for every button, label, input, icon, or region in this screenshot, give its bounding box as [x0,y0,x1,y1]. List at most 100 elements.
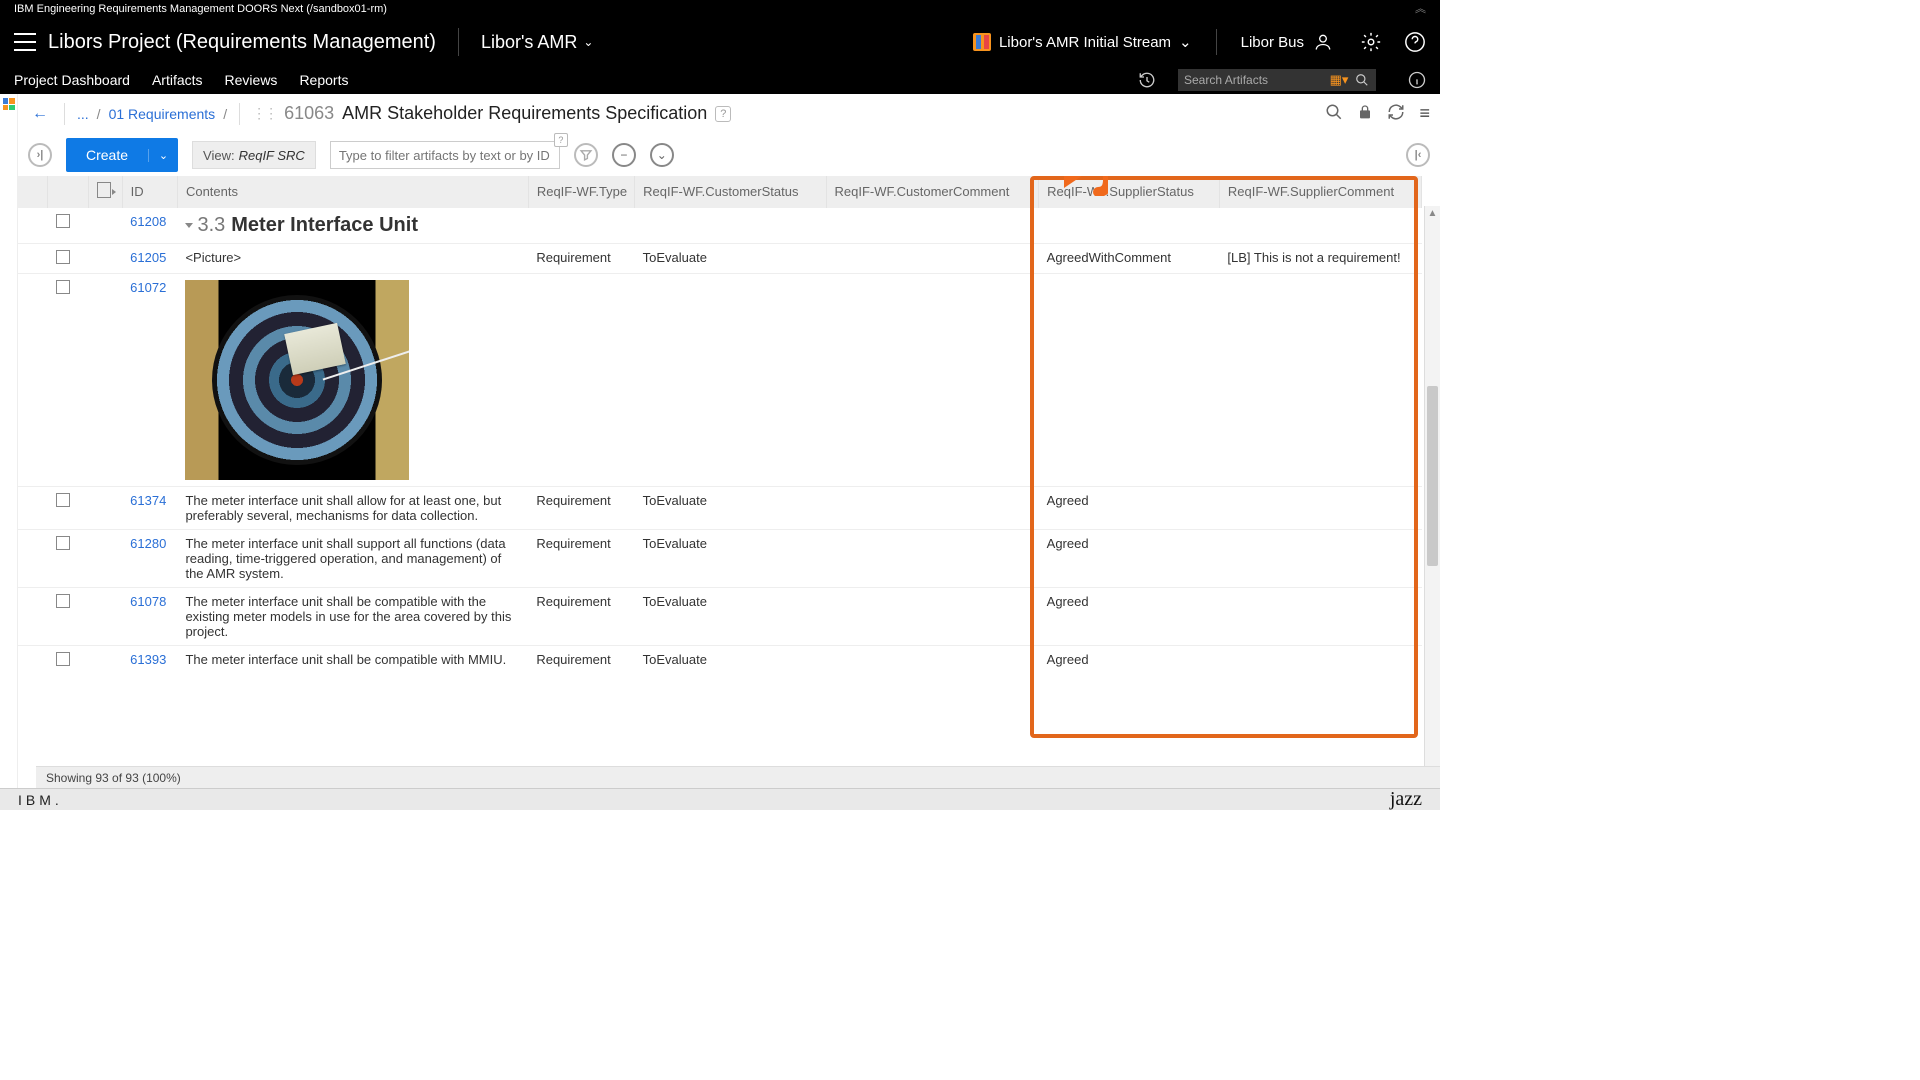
heading-title: Meter Interface Unit [231,214,418,236]
cell-contents: The meter interface unit shall support a… [177,530,528,588]
cell-customer-status: ToEvaluate [635,588,826,646]
hint-icon[interactable]: ? [554,133,568,147]
left-rail[interactable] [0,94,18,788]
artifact-filter-icon[interactable]: ▦▾ [1330,71,1348,89]
artifact-link[interactable]: 61393 [130,652,166,667]
nav-item-dashboard[interactable]: Project Dashboard [14,72,130,88]
document-icon[interactable] [97,182,111,198]
component-label: Libor's AMR [481,32,577,53]
status-text: Showing 93 of 93 (100%) [46,771,181,785]
col-id[interactable]: ID [122,176,177,208]
collapse-button[interactable]: − [612,143,636,167]
row-checkbox[interactable] [56,214,70,228]
create-button[interactable]: Create ⌄ [66,138,178,172]
stream-icon [973,33,991,51]
row-checkbox[interactable] [56,652,70,666]
table-header-row: ID Contents ReqIF-WF.Type ReqIF-WF.Custo… [18,176,1422,208]
cell-supplier-comment: [LB] This is not a requirement! [1219,244,1421,274]
global-title-bar: IBM Engineering Requirements Management … [0,0,1440,18]
project-name[interactable]: Libors Project (Requirements Management) [48,31,436,54]
table-row[interactable]: 61393 The meter interface unit shall be … [18,646,1422,676]
chevron-down-icon: ⌄ [583,35,593,49]
row-checkbox[interactable] [56,536,70,550]
info-icon[interactable] [1408,71,1426,89]
module-toolbar: ›| Create ⌄ View: ReqIF SRC ? − ⌄ |‹ [18,134,1440,176]
table-row[interactable]: 61078 The meter interface unit shall be … [18,588,1422,646]
scroll-up-icon[interactable]: ▲ [1425,206,1440,220]
component-dropdown[interactable]: Libor's AMR ⌄ [481,32,594,53]
hint-icon[interactable]: ? [715,106,731,122]
row-checkbox[interactable] [56,594,70,608]
cell-customer-status: ToEvaluate [635,487,826,530]
cell-customer-status: ToEvaluate [635,244,826,274]
scroll-thumb[interactable] [1427,386,1438,566]
artifact-link[interactable]: 61205 [130,250,166,265]
chevron-down-icon[interactable]: ⌄ [148,149,178,162]
artifact-link[interactable]: 61078 [130,594,166,609]
stream-dropdown[interactable]: Libor's AMR Initial Stream ⌄ [973,33,1192,51]
artifact-link[interactable]: 61072 [130,280,166,295]
table-row[interactable]: 61374 The meter interface unit shall all… [18,487,1422,530]
artifact-title: AMR Stakeholder Requirements Specificati… [342,103,707,124]
user-menu[interactable]: Libor Bus [1241,31,1334,53]
col-contents[interactable]: Contents [177,176,528,208]
menu-icon[interactable] [14,33,36,51]
row-checkbox[interactable] [56,250,70,264]
expand-button[interactable]: ⌄ [650,143,674,167]
cell-contents: The meter interface unit shall allow for… [177,487,528,530]
row-checkbox[interactable] [56,280,70,294]
clear-filter-button[interactable] [574,143,598,167]
chevron-down-icon: ⌄ [1179,33,1192,51]
nav-item-reports[interactable]: Reports [299,72,348,88]
cell-contents: The meter interface unit shall be compat… [177,588,528,646]
table-row[interactable]: 61205 <Picture> Requirement ToEvaluate A… [18,244,1422,274]
table-row[interactable]: 61072 [18,274,1422,487]
search-icon[interactable] [1325,103,1343,124]
artifact-link[interactable]: 61208 [130,214,166,229]
user-name: Libor Bus [1241,34,1304,51]
nav-item-reviews[interactable]: Reviews [225,72,278,88]
back-button[interactable]: ← [28,105,52,123]
cell-supplier-status: Agreed [1039,487,1220,530]
footer: IBM. jazz [0,788,1440,810]
artifact-link[interactable]: 61280 [130,536,166,551]
breadcrumb-dots[interactable]: ... [77,106,89,122]
row-checkbox[interactable] [56,493,70,507]
search-icon[interactable] [1354,71,1370,89]
dashboard-icon[interactable] [3,98,15,110]
search-input[interactable] [1184,73,1324,87]
col-supplier-comment[interactable]: ReqIF-WF.SupplierComment [1219,176,1421,208]
col-type[interactable]: ReqIF-WF.Type [528,176,634,208]
expand-sidebar-button[interactable]: ›| [28,143,52,167]
drag-handle-icon[interactable]: ⋮⋮ [252,105,276,122]
cell-type: Requirement [528,530,634,588]
breadcrumb-folder[interactable]: 01 Requirements [109,106,216,122]
lock-icon[interactable] [1357,103,1373,124]
divider [1216,29,1217,55]
more-menu-icon[interactable]: ≡ [1419,103,1430,124]
cell-customer-status: ToEvaluate [635,646,826,676]
chevron-collapse-icon[interactable]: ︽ [1415,0,1426,18]
vertical-scrollbar[interactable]: ▲ ▼ [1424,206,1440,788]
nav-item-artifacts[interactable]: Artifacts [152,72,203,88]
cell-supplier-status: Agreed [1039,530,1220,588]
history-icon[interactable] [1138,71,1156,89]
refresh-icon[interactable] [1387,103,1405,124]
col-customer-comment[interactable]: ReqIF-WF.CustomerComment [826,176,1039,208]
artifact-table-area: ID Contents ReqIF-WF.Type ReqIF-WF.Custo… [18,176,1440,788]
col-supplier-status[interactable]: ReqIF-WF.SupplierStatus [1039,176,1220,208]
help-icon[interactable] [1404,31,1426,53]
artifact-link[interactable]: 61374 [130,493,166,508]
filter-input[interactable] [330,141,560,169]
collapse-sidebar-button[interactable]: |‹ [1406,143,1430,167]
table-row[interactable]: 61208 3.3 Meter Interface Unit [18,208,1422,244]
section-number: 3.3 [197,214,225,236]
workspace: ← ... / 01 Requirements / ⋮⋮ 61063 AMR S… [0,94,1440,788]
table-row[interactable]: 61280 The meter interface unit shall sup… [18,530,1422,588]
stream-label: Libor's AMR Initial Stream [999,34,1171,51]
cell-type: Requirement [528,588,634,646]
view-selector[interactable]: View: ReqIF SRC [192,141,316,169]
gear-icon[interactable] [1360,31,1382,53]
col-customer-status[interactable]: ReqIF-WF.CustomerStatus [635,176,826,208]
global-search[interactable]: ▦▾ [1178,69,1376,91]
